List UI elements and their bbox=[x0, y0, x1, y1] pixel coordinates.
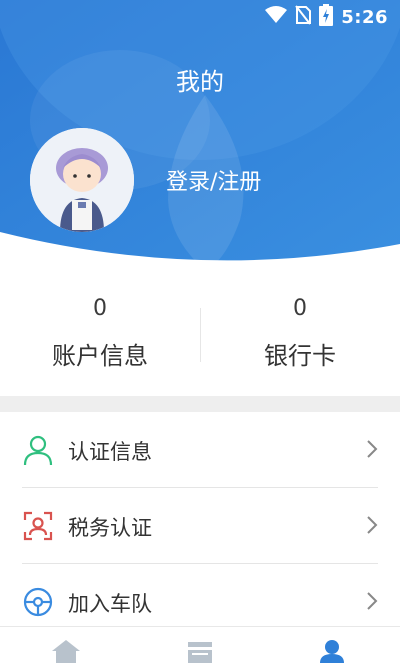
stat-bank-card[interactable]: 0 银行卡 bbox=[200, 294, 400, 374]
list-icon bbox=[180, 642, 220, 667]
menu-item-certification[interactable]: 认证信息 bbox=[0, 412, 400, 488]
menu-item-label: 认证信息 bbox=[68, 440, 152, 464]
person-icon bbox=[22, 434, 54, 466]
no-sim-icon bbox=[295, 5, 312, 29]
home-icon bbox=[46, 640, 86, 667]
login-register-link[interactable]: 登录/注册 bbox=[166, 164, 261, 196]
wifi-icon bbox=[265, 6, 288, 28]
menu-item-tax-certification[interactable]: 税务认证 bbox=[0, 488, 400, 564]
menu-item-label: 加入车队 bbox=[68, 592, 152, 616]
profile-header: 5:26 我的 登录/注册 bbox=[0, 0, 400, 270]
user-avatar-icon[interactable] bbox=[30, 128, 134, 232]
account-stats: 0 账户信息 0 银行卡 bbox=[0, 270, 400, 396]
chevron-right-icon bbox=[366, 439, 378, 459]
chevron-right-icon bbox=[366, 591, 378, 611]
steering-wheel-icon bbox=[22, 586, 54, 618]
stat-value: 0 bbox=[93, 296, 107, 321]
tab-profile[interactable] bbox=[312, 637, 352, 663]
chevron-right-icon bbox=[366, 515, 378, 535]
profile-icon bbox=[312, 640, 352, 667]
stat-value: 0 bbox=[293, 296, 307, 321]
status-bar: 5:26 bbox=[265, 4, 388, 30]
battery-charging-icon bbox=[319, 4, 334, 30]
status-time: 5:26 bbox=[341, 6, 388, 28]
section-divider bbox=[0, 396, 400, 412]
menu-list: 认证信息 税务认证 加入车队 bbox=[0, 412, 400, 640]
tab-list[interactable] bbox=[180, 637, 220, 663]
stat-account-info[interactable]: 0 账户信息 bbox=[0, 294, 200, 374]
tab-home[interactable] bbox=[46, 637, 86, 663]
bottom-tab-bar bbox=[0, 626, 400, 663]
menu-item-label: 税务认证 bbox=[68, 516, 152, 540]
stat-label: 银行卡 bbox=[264, 342, 336, 370]
stat-label: 账户信息 bbox=[52, 342, 148, 370]
id-scan-icon bbox=[22, 510, 54, 542]
page-title: 我的 bbox=[176, 68, 224, 96]
